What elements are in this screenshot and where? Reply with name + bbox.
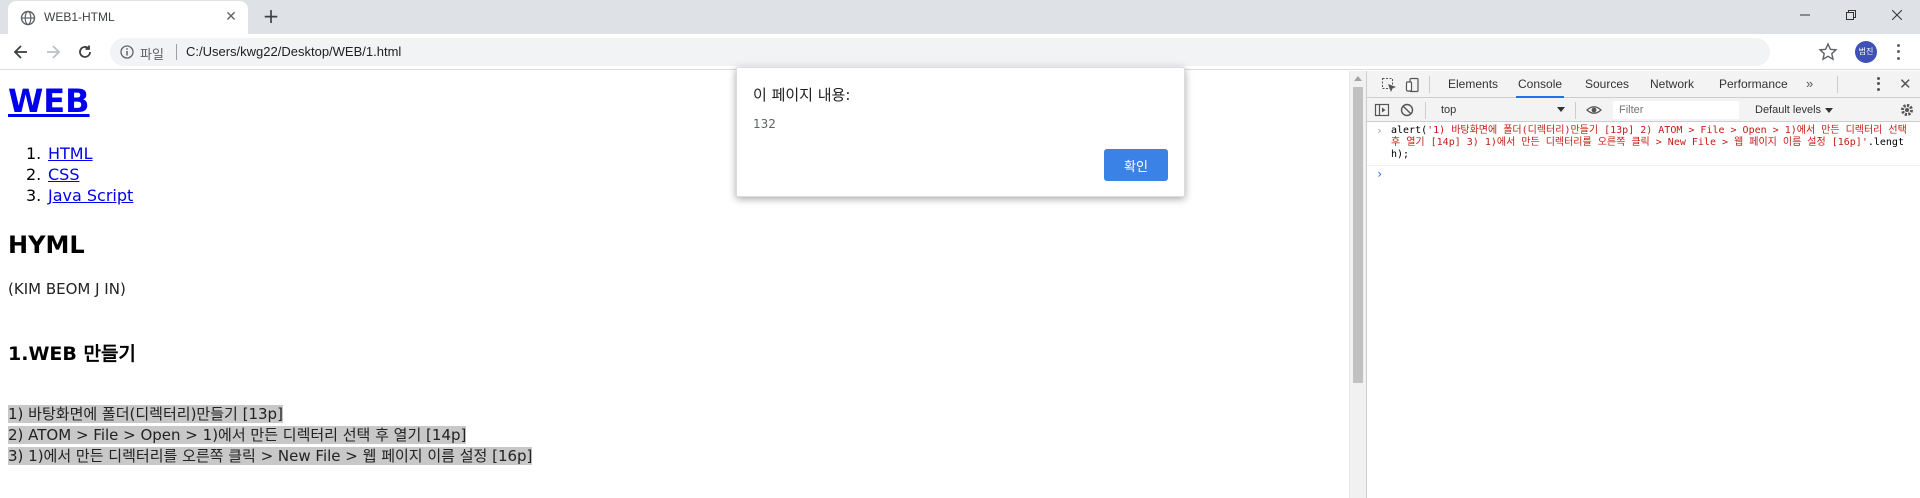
url-text[interactable]: C:/Users/kwg22/Desktop/WEB/1.html: [186, 44, 401, 59]
omnibox-divider: [176, 44, 177, 60]
page-scrollbar[interactable]: [1349, 71, 1366, 498]
section-heading: HYML: [8, 231, 85, 259]
prompt-chevron-icon: ›: [1376, 167, 1384, 181]
console-toolbar: top Default levels: [1367, 98, 1920, 122]
step-line: 2) ATOM > File > Open > 1)에서 만든 디렉터리 선택 …: [8, 425, 532, 446]
browser-tab[interactable]: WEB1-HTML ✕: [8, 1, 248, 34]
browser-menu-icon[interactable]: [1890, 42, 1906, 62]
reload-button[interactable]: [74, 41, 96, 63]
toolbar-divider: [1575, 102, 1576, 119]
list-item: 1. HTML: [26, 143, 133, 164]
toolbar-divider: [1429, 76, 1430, 93]
device-toolbar-icon[interactable]: [1405, 77, 1421, 93]
reload-icon: [79, 45, 91, 58]
selected-text: 1) 바탕화면에 폴더(디렉터리)만들기 [13p]: [8, 405, 283, 423]
console-log: › alert('1) 바탕화면에 폴더(디렉터리)만들기 [13p] 2) A…: [1367, 122, 1920, 184]
javascript-link[interactable]: Java Script: [48, 186, 133, 205]
scrollbar-thumb[interactable]: [1353, 87, 1363, 383]
context-value: top: [1441, 104, 1457, 116]
page-title: WEB: [8, 82, 90, 120]
minimize-icon: [1800, 14, 1810, 16]
info-icon[interactable]: [120, 45, 134, 59]
devtools-panel: Elements Console Sources Network Perform…: [1366, 71, 1920, 498]
console-filter-input[interactable]: [1613, 101, 1739, 119]
bookmark-star-icon[interactable]: [1818, 42, 1838, 62]
restore-icon: [1846, 10, 1856, 20]
nav-list: 1. HTML 2. CSS 3. Java Script: [26, 143, 133, 206]
dialog-message: 132: [753, 117, 776, 131]
steps-list: 1) 바탕화면에 폴더(디렉터리)만들기 [13p] 2) ATOM > Fil…: [8, 404, 533, 467]
globe-icon: [20, 10, 36, 26]
tab-performance[interactable]: Performance: [1717, 71, 1790, 98]
toolbar-divider: [1837, 76, 1838, 93]
browser-toolbar: 파일 C:/Users/kwg22/Desktop/WEB/1.html: [0, 34, 1920, 70]
list-number: 2.: [26, 165, 42, 184]
chevron-down-icon: [1825, 107, 1834, 113]
minimize-button[interactable]: [1782, 0, 1828, 30]
step-line: 3) 1)에서 만든 디렉터리를 오른쪽 클릭 > New File > 웹 페…: [8, 446, 533, 467]
close-window-button[interactable]: [1874, 0, 1920, 30]
back-button[interactable]: [10, 41, 32, 63]
inspect-element-icon[interactable]: [1381, 77, 1397, 93]
selected-text: 2) ATOM > File > Open > 1)에서 만든 디렉터리 선택 …: [8, 426, 467, 444]
toolbar-divider: [1425, 102, 1426, 119]
step-line: 1) 바탕화면에 폴더(디렉터리)만들기 [13p]: [8, 404, 532, 425]
context-select[interactable]: top: [1437, 101, 1569, 119]
list-item: 3. Java Script: [26, 185, 133, 206]
ok-button[interactable]: 확인: [1104, 149, 1168, 181]
page-title-link[interactable]: WEB: [8, 82, 90, 120]
arrow-left-icon: [13, 45, 27, 59]
more-tabs-icon[interactable]: »: [1806, 76, 1813, 91]
gear-icon[interactable]: [1899, 102, 1915, 118]
tab-close-icon[interactable]: ✕: [222, 8, 240, 26]
devtools-close-icon[interactable]: ✕: [1899, 75, 1912, 93]
log-levels-label: Default levels: [1755, 104, 1822, 116]
tab-elements[interactable]: Elements: [1446, 71, 1500, 98]
tab-strip: WEB1-HTML ✕ +: [0, 0, 1920, 34]
arrow-right-icon: [47, 45, 61, 59]
input-chevron-icon: ›: [1376, 124, 1383, 137]
alert-dialog: 이 페이지 내용: 132 확인: [736, 67, 1185, 197]
console-prompt[interactable]: ›: [1367, 166, 1920, 184]
address-bar[interactable]: 파일 C:/Users/kwg22/Desktop/WEB/1.html: [110, 38, 1770, 66]
console-entry[interactable]: › alert('1) 바탕화면에 폴더(디렉터리)만들기 [13p] 2) A…: [1367, 122, 1920, 166]
list-number: 3.: [26, 186, 42, 205]
chevron-down-icon: [1557, 107, 1565, 112]
devtools-menu-icon[interactable]: [1875, 76, 1881, 92]
author-text: (KIM BEOM J IN): [8, 280, 126, 298]
scheme-label: 파일: [140, 48, 164, 63]
tab-console[interactable]: Console: [1516, 71, 1565, 98]
tab-sources[interactable]: Sources: [1583, 71, 1631, 98]
new-tab-button[interactable]: +: [260, 6, 282, 28]
profile-avatar[interactable]: 범진: [1855, 41, 1877, 63]
devtools-tabbar: Elements Console Sources Network Perform…: [1367, 71, 1920, 98]
html-link[interactable]: HTML: [48, 144, 93, 163]
forward-button[interactable]: [42, 41, 64, 63]
tab-title: WEB1-HTML: [44, 10, 115, 24]
code-prefix: alert(: [1391, 125, 1428, 136]
list-number: 1.: [26, 144, 42, 163]
tab-network[interactable]: Network: [1648, 71, 1696, 98]
restore-button[interactable]: [1828, 0, 1874, 30]
css-link[interactable]: CSS: [48, 165, 79, 184]
selected-text: 3) 1)에서 만든 디렉터리를 오른쪽 클릭 > New File > 웹 페…: [8, 447, 533, 465]
dialog-title: 이 페이지 내용:: [753, 86, 851, 104]
list-item: 2. CSS: [26, 164, 133, 185]
close-icon: [1892, 10, 1902, 20]
sidebar-toggle-icon[interactable]: [1374, 102, 1390, 118]
eye-icon[interactable]: [1586, 102, 1602, 118]
code-string: '1) 바탕화면에 폴더(디렉터리)만들기 [13p] 2) ATOM > Fi…: [1391, 125, 1907, 148]
scroll-up-icon[interactable]: [1354, 76, 1362, 81]
subsection-heading: 1.WEB 만들기: [8, 343, 136, 365]
clear-console-icon[interactable]: [1399, 102, 1415, 118]
log-levels-dropdown[interactable]: Default levels: [1755, 101, 1834, 119]
